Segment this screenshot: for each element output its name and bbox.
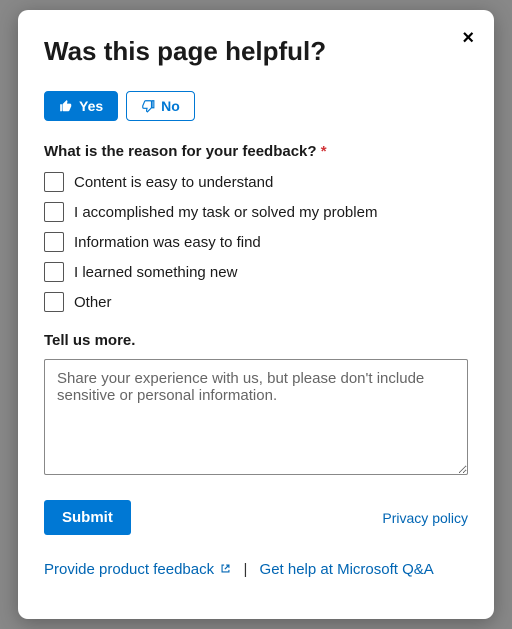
- modal-title: Was this page helpful?: [44, 36, 468, 67]
- footer-row: Provide product feedback | Get help at M…: [44, 561, 468, 578]
- close-button[interactable]: ×: [462, 28, 474, 48]
- checkbox-label-3: I learned something new: [74, 264, 237, 281]
- feedback-textarea[interactable]: [44, 359, 468, 475]
- yes-button[interactable]: Yes: [44, 91, 118, 121]
- feedback-modal: × Was this page helpful? Yes No What is …: [18, 10, 494, 619]
- reason-option-4: Other: [44, 292, 468, 312]
- checkbox-0[interactable]: [44, 172, 64, 192]
- submit-button[interactable]: Submit: [44, 500, 131, 535]
- external-link-icon: [220, 561, 231, 572]
- action-row: Submit Privacy policy: [44, 500, 468, 535]
- reason-option-2: Information was easy to find: [44, 232, 468, 252]
- reason-options: Content is easy to understand I accompli…: [44, 172, 468, 312]
- reason-option-3: I learned something new: [44, 262, 468, 282]
- privacy-link[interactable]: Privacy policy: [382, 510, 468, 526]
- checkbox-3[interactable]: [44, 262, 64, 282]
- checkbox-1[interactable]: [44, 202, 64, 222]
- checkbox-label-0: Content is easy to understand: [74, 174, 273, 191]
- product-feedback-link[interactable]: Provide product feedback: [44, 561, 235, 578]
- thumbs-down-icon: [141, 99, 155, 113]
- reason-option-0: Content is easy to understand: [44, 172, 468, 192]
- reason-option-1: I accomplished my task or solved my prob…: [44, 202, 468, 222]
- checkbox-2[interactable]: [44, 232, 64, 252]
- get-help-link[interactable]: Get help at Microsoft Q&A: [260, 561, 434, 578]
- checkbox-label-2: Information was easy to find: [74, 234, 261, 251]
- required-mark: *: [321, 143, 327, 160]
- thumbs-up-icon: [59, 99, 73, 113]
- reason-question: What is the reason for your feedback? *: [44, 143, 468, 160]
- vote-row: Yes No: [44, 91, 468, 121]
- no-button[interactable]: No: [126, 91, 195, 121]
- no-label: No: [161, 98, 180, 114]
- tellmore-label: Tell us more.: [44, 332, 468, 349]
- checkbox-label-1: I accomplished my task or solved my prob…: [74, 204, 377, 221]
- checkbox-label-4: Other: [74, 294, 112, 311]
- footer-separator: |: [243, 561, 247, 578]
- yes-label: Yes: [79, 98, 103, 114]
- checkbox-4[interactable]: [44, 292, 64, 312]
